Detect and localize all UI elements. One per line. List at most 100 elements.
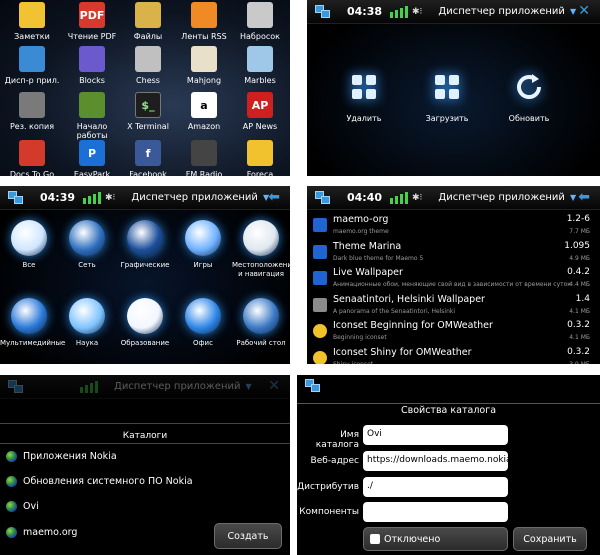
task-switcher-icon[interactable] — [315, 190, 333, 205]
category-item[interactable]: Все — [0, 220, 58, 270]
getting-started-icon — [79, 92, 105, 118]
launcher-app[interactable]: FM Radio — [176, 140, 232, 176]
category-item[interactable]: Местоположение и навигация — [232, 220, 290, 279]
package-description: Shiny iconset — [333, 360, 374, 365]
package-row[interactable]: maemo-org maemo.org theme 1.2-6 7.7 MБ — [307, 212, 600, 239]
category-item[interactable]: Наука — [58, 298, 116, 348]
task-switcher-icon[interactable] — [8, 190, 26, 205]
launcher-app[interactable]: Начало работы — [64, 92, 120, 140]
battery-icon — [390, 191, 409, 204]
launcher-app[interactable]: Заметки — [4, 2, 60, 41]
launcher-app[interactable]: Mahjong — [176, 46, 232, 85]
package-size: 4.1 MБ — [569, 334, 590, 341]
category-item[interactable]: Игры — [174, 220, 232, 270]
launcher-app[interactable]: $_ X Terminal — [120, 92, 176, 131]
launcher-app[interactable]: Docs To Go — [4, 140, 60, 176]
launcher-app-label: Заметки — [14, 32, 50, 41]
app-title-menu: Диспетчер приложений — [114, 381, 241, 392]
pdf-icon: PDF — [79, 2, 105, 28]
category-item[interactable]: Образование — [116, 298, 174, 348]
launcher-app[interactable]: Набросок — [232, 2, 288, 41]
task-switcher-icon[interactable] — [305, 378, 323, 393]
catalog-field-input[interactable]: ./ — [363, 477, 508, 497]
package-version: 0.4.2 — [567, 267, 590, 277]
package-name: Live Wallpaper — [333, 267, 403, 278]
disabled-toggle[interactable]: Отключено — [363, 527, 508, 551]
manager-action[interactable]: Удалить — [329, 70, 399, 123]
launcher-app-label: Чтение PDF — [67, 32, 117, 41]
category-item[interactable]: Офис — [174, 298, 232, 348]
folder-icon — [135, 2, 161, 28]
chevron-down-icon[interactable]: ▼ — [570, 7, 576, 16]
close-icon[interactable]: ✕ — [578, 3, 590, 19]
package-size: 4.4 MБ — [569, 281, 590, 288]
package-row[interactable]: Live Wallpaper Анимационные обои, меняющи… — [307, 265, 600, 292]
launcher-app[interactable]: P EasyPark — [64, 140, 120, 176]
facebook-icon: f — [135, 140, 161, 166]
battery-icon — [83, 191, 102, 204]
package-size: 4.1 MБ — [569, 307, 590, 315]
catalog-item[interactable]: Обновления системного ПО Nokia — [6, 476, 193, 487]
package-row[interactable]: Iconset Beginning for OMWeather Beginning… — [307, 318, 600, 345]
launcher-app-label: Blocks — [79, 76, 105, 85]
launcher-app-label: AP News — [242, 122, 278, 131]
launcher-app[interactable]: Дисп-р прил. — [4, 46, 60, 85]
package-row[interactable]: Theme Marina Dark blue theme for Maemo 5 1… — [307, 239, 600, 266]
back-arrow-icon[interactable]: ⬅ — [578, 189, 590, 205]
launcher-app[interactable]: PDF Чтение PDF — [64, 2, 120, 41]
launcher-app[interactable]: Рез. копия — [4, 92, 60, 131]
launcher-app-label: Mahjong — [186, 76, 222, 85]
launcher-app[interactable]: f Facebook — [120, 140, 176, 176]
catalog-item[interactable]: Ovi — [6, 501, 39, 512]
save-button[interactable]: Сохранить — [513, 527, 587, 551]
blocks-icon — [79, 46, 105, 72]
launcher-app-label: X Terminal — [127, 122, 169, 131]
chevron-down-icon[interactable]: ▼ — [570, 193, 576, 202]
launcher-app[interactable]: Marbles — [232, 46, 288, 85]
category-label: Местоположение и навигация — [232, 261, 290, 278]
app-title-menu[interactable]: Диспетчер приложений — [438, 192, 565, 203]
catalog-field-input[interactable]: https://downloads.maemo.nokia.com — [363, 451, 508, 471]
task-switcher-icon[interactable] — [315, 4, 333, 19]
launcher-app[interactable]: Файлы — [120, 2, 176, 41]
science-icon — [69, 298, 105, 334]
dialog-divider — [0, 443, 290, 444]
launcher-app[interactable]: Ленты RSS — [176, 2, 232, 41]
manager-action-label: Загрузить — [425, 114, 469, 123]
launcher-app[interactable]: Blocks — [64, 46, 120, 85]
category-item[interactable]: Рабочий стол — [232, 298, 290, 348]
docs-to-go-icon — [19, 140, 45, 166]
checkbox[interactable] — [370, 534, 380, 544]
catalog-item[interactable]: Приложения Nokia — [6, 451, 117, 462]
launcher-app-label: Facebook — [129, 170, 167, 176]
catalog-field-input[interactable]: Ovi — [363, 425, 508, 445]
category-item[interactable]: Графические — [116, 220, 174, 270]
category-item[interactable]: Мультимедийные — [0, 298, 65, 348]
manager-action[interactable]: Загрузить — [412, 70, 482, 123]
all-icon — [11, 220, 47, 256]
create-button[interactable]: Создать — [214, 523, 282, 549]
category-item[interactable]: Сеть — [58, 220, 116, 270]
catalog-field-input[interactable] — [363, 502, 508, 522]
launcher-app[interactable]: Foreca Weather — [232, 140, 288, 176]
field-label: Веб-адрес — [310, 456, 359, 466]
package-row[interactable]: Iconset Shiny for OMWeather Shiny iconset… — [307, 345, 600, 365]
launcher-app-label: Набросок — [240, 32, 280, 41]
manager-action[interactable]: Обновить — [494, 70, 564, 123]
catalogs-dialog: Диспетчер приложений ▼ ✕ Каталоги Прилож… — [0, 375, 290, 555]
category-label: Все — [22, 261, 36, 269]
app-title-menu[interactable]: Диспетчер приложений — [438, 6, 565, 17]
launcher-app[interactable]: AP AP News — [232, 92, 288, 131]
launcher-app[interactable]: Chess — [120, 46, 176, 85]
launcher-app-label: Ленты RSS — [181, 32, 227, 41]
package-version: 1.4 — [575, 293, 590, 304]
package-row[interactable]: Senaatintori, Helsinki Wallpaper A panora… — [307, 292, 600, 319]
app-launcher-grid: Заметки PDF Чтение PDF Файлы Ленты RSS Наброс… — [0, 0, 290, 176]
app-title-menu[interactable]: Диспетчер приложений — [131, 192, 258, 203]
back-arrow-icon[interactable]: ⬅ — [268, 189, 280, 205]
catalog-item[interactable]: maemo.org — [6, 527, 77, 538]
launcher-app-label: FM Radio — [185, 170, 223, 176]
launcher-app[interactable]: a Amazon — [176, 92, 232, 131]
category-label: Наука — [75, 339, 99, 347]
navigation-icon — [243, 220, 279, 256]
